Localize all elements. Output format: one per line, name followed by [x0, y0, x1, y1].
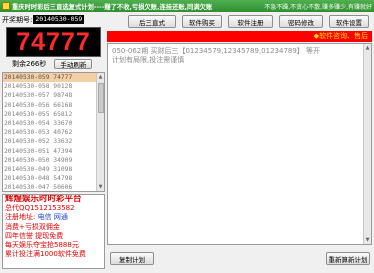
copy-plan-button[interactable]: 复制计划 [110, 252, 154, 265]
register-software-button[interactable]: 软件注册 [228, 15, 273, 28]
window-slogan: 不急不躁,不贪心不散,赚多赚少,有赚就好 [264, 3, 372, 11]
history-row[interactable]: 20140530-049 31098 [3, 165, 104, 174]
scroll-down-icon[interactable]: ▼ [97, 183, 104, 191]
history-row[interactable]: 20140530-047 50606 [3, 183, 104, 191]
history-list[interactable]: 20140530-059 74777 20140530-058 90128 2014… [2, 72, 105, 192]
ad-line-prize: 每天娱乐夺宝抢5888元 [5, 241, 79, 250]
countdown-label: 剩余266秒 [12, 60, 47, 68]
history-row[interactable]: 20140530-048 54798 [3, 174, 104, 183]
ad-register-label: 注册地址: [5, 213, 38, 222]
winning-number-display: 74777 [6, 27, 101, 57]
history-scrollbar[interactable]: ▲ ▼ [96, 73, 104, 191]
scroll-up-icon[interactable]: ▲ [97, 73, 104, 81]
history-row[interactable]: 20140530-052 33632 [3, 137, 104, 146]
history-row[interactable]: 20140530-058 90128 [3, 82, 104, 91]
ad-link-netcom[interactable]: 网通 [54, 213, 68, 221]
change-password-button[interactable]: 密码修改 [279, 15, 323, 28]
plan-line: 050-062期 买财后三【01234579,12345789,01234789… [112, 47, 321, 55]
plan-scrollbar[interactable]: ▲ ▼ [363, 44, 371, 244]
ad-headline: 辉煌娱乐时时彩平台 [5, 194, 82, 204]
ad-register: 注册地址: 电信 网通 [3, 213, 104, 222]
history-row[interactable]: 20140530-054 33670 [3, 119, 104, 128]
title-bar: 重庆时时彩后三直选复式计划----赚了不收,亏损欠账,连挂还账,同满欠账 不急不… [0, 0, 374, 12]
plan-line: 计划有局限,投注需谨慎 [112, 56, 185, 64]
issue-value: 20140530-059 [33, 15, 85, 24]
scroll-down-icon[interactable]: ▼ [364, 236, 371, 244]
scroll-up-icon[interactable]: ▲ [364, 44, 371, 52]
recalculate-plan-button[interactable]: 重新算新计划 [326, 252, 370, 265]
issue-row: 开奖期号: 20140530-059 [2, 14, 106, 25]
notice-text: ◆软件咨询、售后 [313, 32, 368, 40]
ad-line-reputation: 四年信誉 提现免费 [5, 231, 64, 240]
back-three-direct-button[interactable]: 后三直式 [128, 15, 176, 28]
issue-label: 开奖期号: [2, 15, 33, 24]
window-title: 重庆时时彩后三直选复式计划----赚了不收,亏损欠账,连挂还账,同满欠账 [12, 3, 213, 11]
history-row[interactable]: 20140530-051 47394 [3, 147, 104, 156]
notice-bar: ◆软件咨询、售后 [107, 31, 372, 42]
ad-link-telecom[interactable]: 电信 [38, 213, 52, 221]
history-row[interactable]: 20140530-055 65812 [3, 110, 104, 119]
history-row[interactable]: 20140530-053 40762 [3, 128, 104, 137]
history-row[interactable]: 20140530-057 98748 [3, 91, 104, 100]
history-row[interactable]: 20140530-059 74777 [3, 73, 104, 83]
app-icon [2, 2, 10, 10]
history-row[interactable]: 20140530-050 34909 [3, 156, 104, 165]
ad-panel: 辉煌娱乐时时彩平台 总代QQ1512153582 注册地址: 电信 网通 消费+… [2, 194, 105, 269]
software-settings-button[interactable]: 软件设置 [329, 15, 369, 28]
ad-line-free: 累计投注满1000软件免费 [5, 250, 86, 259]
buy-software-button[interactable]: 软件购买 [182, 15, 222, 28]
manual-refresh-button[interactable]: 手动刷新 [54, 59, 93, 69]
history-row[interactable]: 20140530-056 66168 [3, 101, 104, 110]
plan-text: 050-062期 买财后三【01234579,12345789,01234789… [112, 47, 357, 65]
plan-textarea[interactable]: 050-062期 买财后三【01234579,12345789,01234789… [107, 43, 372, 245]
winning-number: 74777 [16, 27, 91, 56]
ad-line-commission: 消费+亏损双佣金 [5, 222, 60, 231]
countdown-row: 剩余266秒 手动刷新 [2, 58, 106, 70]
scrollbar-thumb[interactable] [98, 83, 104, 113]
